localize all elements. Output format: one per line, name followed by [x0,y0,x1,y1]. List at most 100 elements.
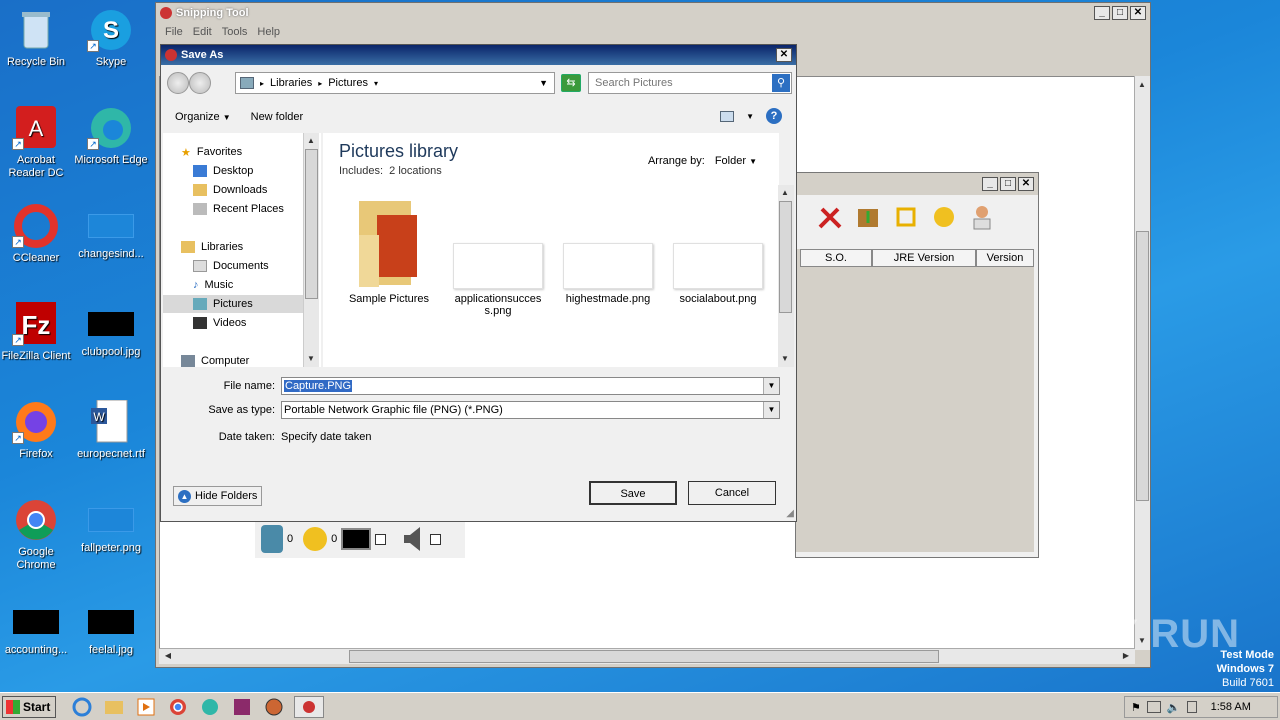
column-version[interactable]: Version [976,249,1034,267]
menu-help[interactable]: Help [252,26,285,38]
puzzle-icon[interactable] [930,203,958,231]
file-item[interactable]: highestmade.png [558,243,658,305]
speaker-checkbox[interactable] [430,533,442,545]
chevron-down-icon[interactable]: ▼ [763,378,779,394]
scroll-thumb[interactable] [305,149,318,299]
taskbar-explorer-icon[interactable] [102,696,126,718]
flag-icon[interactable]: ⚑ [1131,701,1141,714]
file-item[interactable]: applicationsuccess.png [448,243,548,317]
desktop-icon-europecnet[interactable]: W europecnet.rtf [73,399,149,461]
desktop-icon-recycle-bin[interactable]: Recycle Bin [0,8,74,69]
vertical-scrollbar[interactable]: ▲ ▼ [1134,76,1150,650]
nav-documents[interactable]: Documents [193,257,269,275]
taskbar-winrar-icon[interactable] [230,696,254,718]
desktop-icon-acrobat[interactable]: A ↗ Acrobat Reader DC [0,106,74,180]
file-item-sample-pictures[interactable]: Sample Pictures [339,195,439,305]
taskbar-ie-icon[interactable] [70,696,94,718]
help-icon[interactable]: ? [766,108,782,124]
save-button[interactable]: Save [589,481,677,505]
nav-computer[interactable]: Computer [181,352,249,367]
file-item[interactable]: socialabout.png [668,243,768,305]
power-icon[interactable] [1186,701,1197,713]
volume-icon[interactable]: 🔈 [1167,701,1181,714]
desktop-icon-ccleaner[interactable]: ↗ CCleaner [0,204,74,265]
column-jre-version[interactable]: JRE Version [872,249,976,267]
network-icon[interactable] [1146,701,1161,713]
organize-button[interactable]: Organize ▼ [175,111,231,123]
desktop-icon-clubpool[interactable]: clubpool.jpg [73,302,149,359]
forward-button[interactable] [189,72,211,94]
column-so[interactable]: S.O. [800,249,872,267]
desktop-icon-accounting[interactable]: accounting... [0,606,74,657]
desktop-icon-feelal[interactable]: feelal.jpg [73,606,149,657]
user-icon[interactable] [968,203,996,231]
package-icon[interactable] [854,203,882,231]
horizontal-scrollbar[interactable]: ◀ ▶ [159,648,1135,664]
desktop-icon-changesind[interactable]: changesind... [73,204,149,261]
desktop-icon-fallpeter[interactable]: fallpeter.png [73,498,149,555]
desktop-icon-firefox[interactable]: ↗ Firefox [0,400,74,461]
desktop-icon-filezilla[interactable]: Fz ↗ FileZilla Client [0,302,74,363]
tools-icon[interactable] [816,203,844,231]
scroll-down-arrow-icon[interactable]: ▼ [778,352,792,366]
cancel-button[interactable]: Cancel [688,481,776,505]
chevron-down-icon[interactable]: ▾ [374,79,378,88]
desktop-icon-skype[interactable]: S ↗ Skype [73,8,149,69]
dialog-titlebar[interactable]: Save As [161,45,796,65]
background-app-titlebar[interactable]: _ □ ✕ [796,173,1038,195]
monitor-checkbox[interactable] [375,533,387,545]
scroll-up-arrow-icon[interactable]: ▲ [304,134,318,148]
minimize-button[interactable]: _ [982,177,998,191]
content-scrollbar[interactable]: ▲ ▼ [778,185,794,367]
scroll-up-arrow-icon[interactable]: ▲ [778,186,792,200]
scroll-left-arrow-icon[interactable]: ◀ [161,649,175,663]
scroll-thumb[interactable] [349,650,939,663]
nav-downloads[interactable]: Downloads [193,181,267,199]
file-name-field[interactable]: Capture.PNG ▼ [281,377,780,395]
start-button[interactable]: Start [2,695,56,718]
scroll-thumb[interactable] [1136,231,1149,501]
taskbar-edge-icon[interactable] [198,696,222,718]
scroll-up-arrow-icon[interactable]: ▲ [1135,78,1149,92]
view-options-icon[interactable] [720,110,735,122]
close-button[interactable]: ✕ [1018,177,1034,191]
menu-tools[interactable]: Tools [217,26,253,38]
search-input[interactable] [589,73,769,93]
taskbar-chrome-icon[interactable] [166,696,190,718]
arrange-dropdown[interactable]: Folder ▼ [715,155,757,167]
nav-favorites[interactable]: ★ Favorites [181,143,242,161]
nav-scrollbar[interactable]: ▲ ▼ [303,133,319,367]
new-folder-button[interactable]: New folder [251,111,304,123]
hide-folders-button[interactable]: ▲ Hide Folders [173,486,263,506]
minimize-button[interactable]: _ [1094,6,1110,20]
nav-recent-places[interactable]: Recent Places [193,200,284,218]
desktop-icon-chrome[interactable]: Google Chrome [0,498,74,572]
scroll-thumb[interactable] [779,201,792,313]
nav-libraries[interactable]: Libraries [181,238,243,256]
address-dropdown-icon[interactable]: ▼ [539,78,548,88]
back-button[interactable] [167,72,189,94]
nav-music[interactable]: ♪ Music [193,276,233,294]
save-type-select[interactable]: Portable Network Graphic file (PNG) (*.P… [281,401,780,419]
chevron-down-icon[interactable]: ▼ [763,402,779,418]
refresh-button[interactable]: ⇆ [561,74,581,92]
chevron-down-icon[interactable]: ▼ [746,112,754,121]
date-taken-value[interactable]: Specify date taken [281,431,372,443]
close-button[interactable]: ✕ [776,48,792,62]
search-icon[interactable]: ⚲ [772,74,790,92]
nav-pictures[interactable]: Pictures [163,295,305,313]
close-button[interactable]: ✕ [1130,6,1146,20]
nav-videos[interactable]: Videos [193,314,246,332]
nav-desktop[interactable]: Desktop [193,162,253,180]
search-box[interactable]: ⚲ [588,72,792,94]
taskbar-snipping-tool-icon[interactable] [294,695,324,718]
maximize-button[interactable]: □ [1000,177,1016,191]
expand-icon[interactable] [892,203,920,231]
includes-link[interactable]: 2 locations [389,165,442,177]
scroll-down-arrow-icon[interactable]: ▼ [304,352,318,366]
taskbar-media-player-icon[interactable] [134,696,158,718]
resize-grip-icon[interactable]: ◢ [786,508,794,519]
address-bar[interactable]: ▸ Libraries ▸ Pictures ▾ ▼ [235,72,555,94]
menu-edit[interactable]: Edit [188,26,217,38]
snipping-tool-titlebar[interactable]: Snipping Tool [156,3,1150,23]
